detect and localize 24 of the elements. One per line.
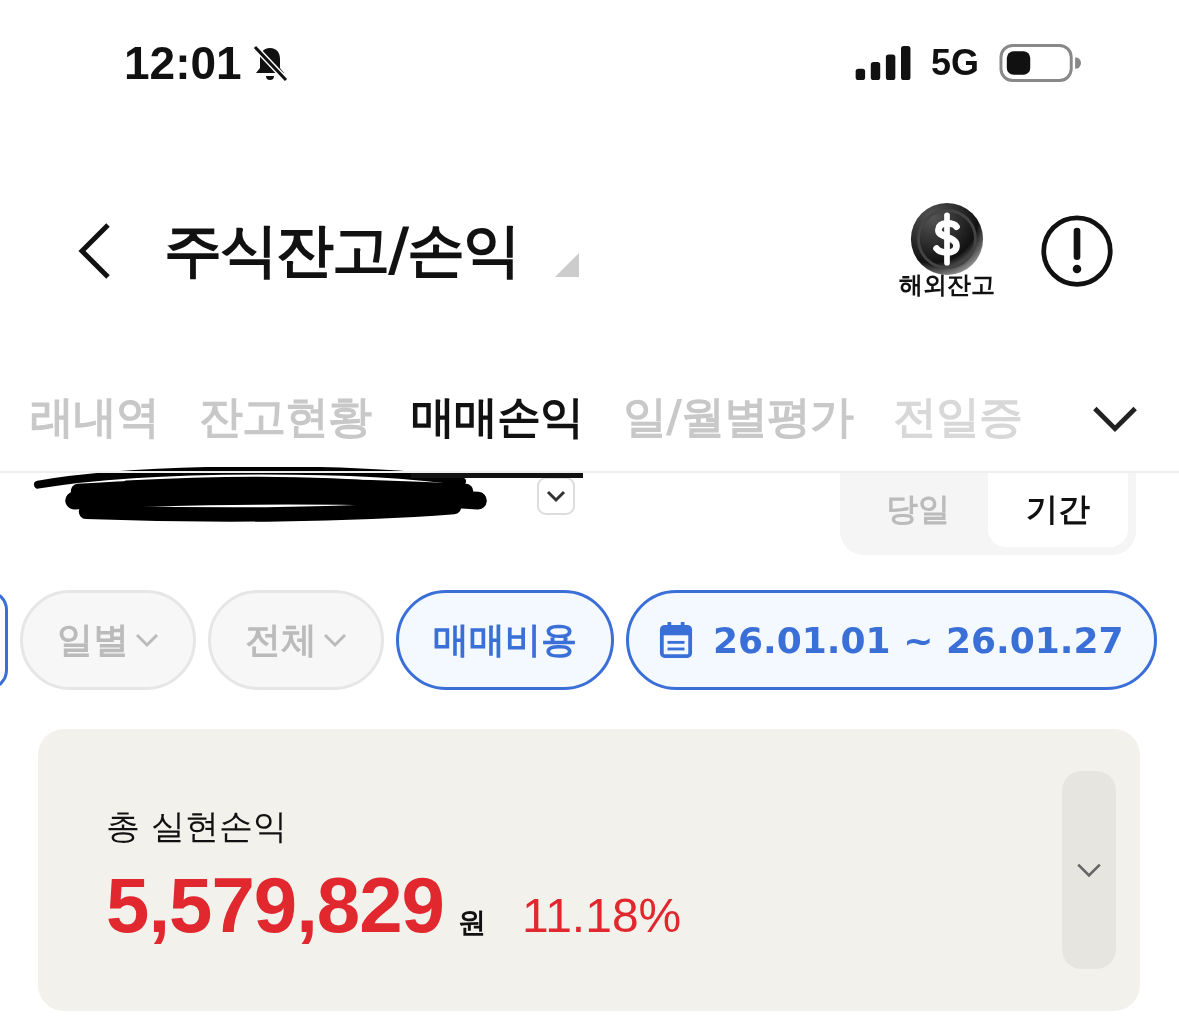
chevron-down-icon <box>323 632 347 648</box>
profit-amount: 5,579,829 <box>106 859 444 951</box>
currency-unit: 원 <box>458 904 486 941</box>
filter-chip[interactable]: 일별 <box>20 590 196 690</box>
filter-chip[interactable]: 전체 <box>208 590 384 690</box>
chevron-down-icon <box>1075 861 1103 879</box>
info-icon[interactable] <box>1039 213 1115 289</box>
filter-chip[interactable]: 26.01.01 ~ 26.01.27 <box>626 590 1157 690</box>
page-title[interactable]: 주식잔고/손익 <box>164 212 520 290</box>
status-time: 12:01 <box>124 36 242 90</box>
network-label: 5G <box>930 42 979 84</box>
calendar-icon <box>659 621 693 659</box>
overseas-balance-label[interactable]: 해외잔고 <box>899 269 995 301</box>
period-option[interactable]: 당일 <box>848 473 988 547</box>
dropdown-icon[interactable] <box>536 476 576 516</box>
profit-rate: 11.18% <box>522 887 682 943</box>
chevron-down-icon <box>135 632 159 648</box>
corner-triangle-icon <box>555 253 580 277</box>
period-option[interactable]: 기간 <box>988 473 1128 547</box>
signal-icon <box>854 46 913 80</box>
summary-title: 총 실현손익 <box>106 804 288 848</box>
battery-icon <box>999 43 1081 83</box>
filter-chip[interactable]: 매매비용 <box>396 590 614 690</box>
chevron-down-icon[interactable] <box>1091 404 1139 434</box>
